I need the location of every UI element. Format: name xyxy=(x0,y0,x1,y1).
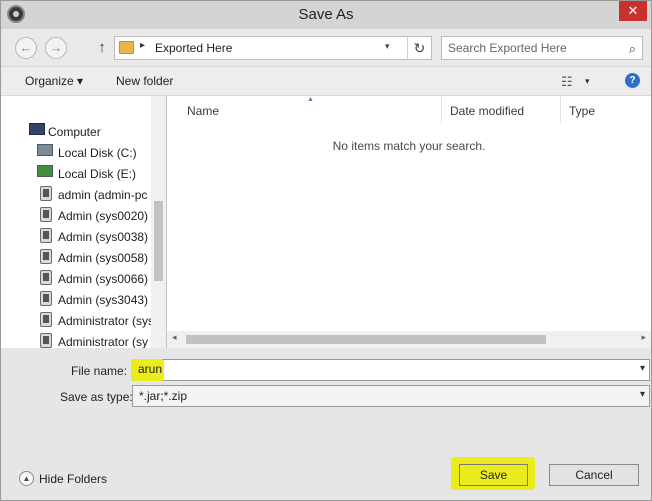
save-button[interactable]: Save xyxy=(459,464,528,486)
scroll-right-icon[interactable]: ▸ xyxy=(641,332,646,343)
search-box: ⌕ xyxy=(441,36,643,60)
toolbar: Organize ▾ New folder ☷ ▾ ? xyxy=(1,67,651,96)
column-header-label: Type xyxy=(569,104,596,118)
up-button[interactable]: ↑ xyxy=(93,38,111,58)
file-list: ▲ Name Date modified Type No items match… xyxy=(167,96,651,348)
scroll-left-icon[interactable]: ◂ xyxy=(172,332,177,343)
window-title: Save As xyxy=(298,6,354,23)
title-bar: Save As ✕ xyxy=(1,1,651,29)
nav-item-label: Computer xyxy=(48,125,101,139)
address-bar[interactable]: ▸ Exported Here ▾ ↻ xyxy=(114,36,432,60)
nav-item-label: Admin (sys0020) xyxy=(58,209,149,223)
file-name-highlight xyxy=(131,359,164,381)
nav-item-admin-sys3043[interactable]: Admin (sys3043) xyxy=(1,289,151,310)
file-name-box: ▾ xyxy=(132,359,650,381)
cancel-button[interactable]: Cancel xyxy=(549,464,639,486)
nav-item-admin-sys0066[interactable]: Admin (sys0066) xyxy=(1,268,151,289)
nav-item-label: Administrator (sys xyxy=(58,314,151,328)
nav-item-local-disk-c[interactable]: Local Disk (C:) xyxy=(1,142,151,163)
save-as-dialog: Save As ✕ ← → ↑ ▸ Exported Here ▾ ↻ ⌕ Or… xyxy=(0,0,652,501)
user-folder-icon xyxy=(40,270,52,285)
file-name-input[interactable] xyxy=(133,360,623,380)
nav-item-label: Admin (sys3043) xyxy=(58,293,149,307)
chevron-down-icon[interactable]: ▾ xyxy=(640,389,645,400)
user-folder-icon xyxy=(40,333,52,348)
search-icon[interactable]: ⌕ xyxy=(629,41,636,57)
column-header-date-modified[interactable]: Date modified xyxy=(442,96,561,123)
collapse-up-icon[interactable]: ▲ xyxy=(19,471,34,486)
refresh-button[interactable]: ↻ xyxy=(407,37,431,59)
nav-item-admin-pc[interactable]: admin (admin-pc xyxy=(1,184,151,205)
nav-item-label: Admin (sys0058) xyxy=(58,251,149,265)
nav-item-local-disk-e[interactable]: Local Disk (E:) xyxy=(1,163,151,184)
folder-icon xyxy=(119,41,134,54)
save-as-type-value: *.jar;*.zip xyxy=(139,389,188,403)
column-header-label: Date modified xyxy=(450,104,525,118)
user-folder-icon xyxy=(40,312,52,327)
user-folder-icon xyxy=(40,249,52,264)
chevron-down-icon[interactable]: ▾ xyxy=(385,41,390,52)
hide-folders-button[interactable]: Hide Folders xyxy=(39,472,107,486)
nav-item-label: Local Disk (E:) xyxy=(58,167,137,181)
back-button[interactable]: ← xyxy=(15,37,37,59)
nav-item-label: Administrator (sy xyxy=(58,335,149,348)
file-list-scrollbar[interactable]: ◂ ▸ xyxy=(167,331,651,348)
forward-button[interactable]: → xyxy=(45,37,67,59)
chevron-down-icon[interactable]: ▾ xyxy=(640,363,645,374)
search-input[interactable] xyxy=(448,41,618,55)
scrollbar-thumb[interactable] xyxy=(154,201,163,281)
file-fields: File name: ▾ Save as type: *.jar;*.zip ▾ xyxy=(1,348,651,418)
chevron-down-icon[interactable]: ▾ xyxy=(585,76,590,87)
empty-message: No items match your search. xyxy=(332,139,486,153)
computer-icon xyxy=(29,123,45,135)
nav-item-admin-sys0038[interactable]: Admin (sys0038) xyxy=(1,226,151,247)
scrollbar-thumb[interactable] xyxy=(186,335,546,344)
nav-item-label: Admin (sys0038) xyxy=(58,230,149,244)
nav-item-label: Local Disk (C:) xyxy=(58,146,137,160)
view-options-icon[interactable]: ☷ xyxy=(561,74,573,90)
nav-item-computer[interactable]: Computer xyxy=(1,121,151,142)
disk-icon xyxy=(37,144,53,156)
file-name-label: File name: xyxy=(71,364,128,378)
user-folder-icon xyxy=(40,207,52,222)
save-as-type-select[interactable]: *.jar;*.zip ▾ xyxy=(132,385,650,407)
user-folder-icon xyxy=(40,186,52,201)
nav-item-administrator-2[interactable]: Administrator (sy xyxy=(1,331,151,348)
column-header-name[interactable]: Name xyxy=(179,96,442,123)
column-header-type[interactable]: Type xyxy=(561,96,651,123)
column-header-label: Name xyxy=(187,104,220,118)
address-row: ← → ↑ ▸ Exported Here ▾ ↻ ⌕ xyxy=(1,29,651,67)
close-button[interactable]: ✕ xyxy=(619,1,647,21)
dialog-footer: ▲ Hide Folders Save Cancel xyxy=(1,418,651,500)
user-folder-icon xyxy=(40,228,52,243)
help-icon[interactable]: ? xyxy=(625,73,640,88)
disk-icon xyxy=(37,165,53,177)
nav-item-admin-sys0058[interactable]: Admin (sys0058) xyxy=(1,247,151,268)
nav-item-admin-sys0020[interactable]: Admin (sys0020) xyxy=(1,205,151,226)
user-folder-icon xyxy=(40,291,52,306)
breadcrumb-separator-icon: ▸ xyxy=(140,40,146,51)
nav-pane-scrollbar[interactable] xyxy=(151,96,166,348)
new-folder-button[interactable]: New folder xyxy=(116,74,173,88)
breadcrumb-exported-here[interactable]: Exported Here xyxy=(155,41,232,55)
nav-item-label: admin (admin-pc xyxy=(58,188,148,202)
nav-item-administrator-1[interactable]: Administrator (sys xyxy=(1,310,151,331)
save-as-type-label: Save as type: xyxy=(60,390,133,404)
navigation-pane: Computer Local Disk (C:) Local Disk (E:)… xyxy=(1,96,166,348)
organize-button[interactable]: Organize ▾ xyxy=(25,74,83,88)
nav-item-label: Admin (sys0066) xyxy=(58,272,149,286)
